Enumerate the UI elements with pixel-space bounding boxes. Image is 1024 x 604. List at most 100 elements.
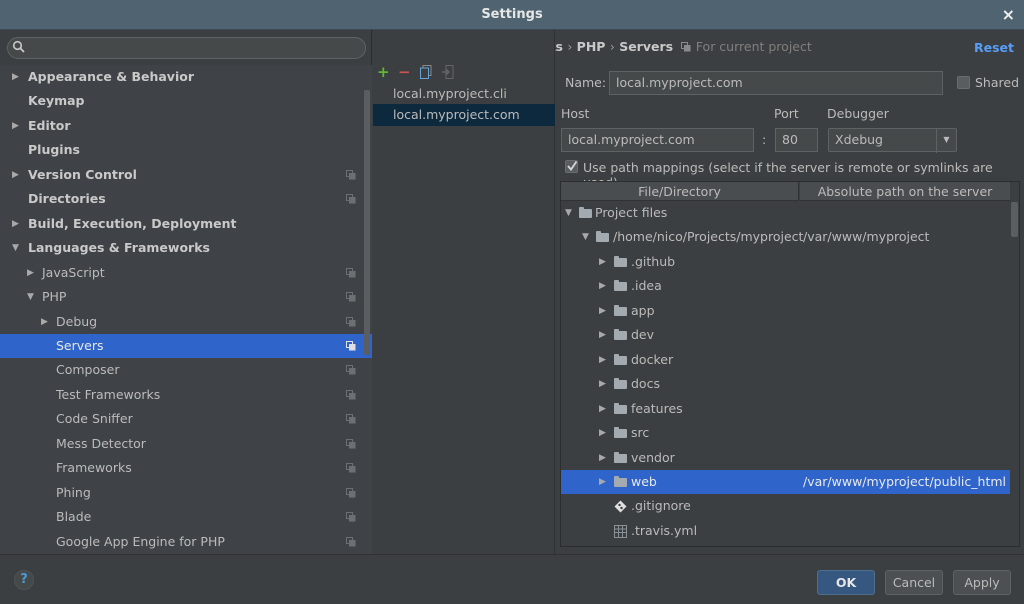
mapping-local-path: src	[631, 425, 650, 441]
dialog-footer: ? OK Cancel Apply	[0, 554, 1024, 604]
reset-link[interactable]: Reset	[974, 40, 1014, 55]
close-icon[interactable]: ×	[1002, 5, 1015, 24]
mapping-row[interactable]: ▶ app	[561, 299, 1010, 323]
sidebar-item[interactable]: Google App Engine for PHP	[0, 530, 372, 554]
sidebar-item[interactable]: Frameworks	[0, 456, 372, 480]
apply-button[interactable]: Apply	[953, 570, 1011, 595]
mapping-row[interactable]: ▶ .github	[561, 250, 1010, 274]
chevron-down-icon[interactable]: ▼	[12, 236, 22, 260]
chevron-down-icon[interactable]: ▼	[582, 225, 589, 249]
chevron-right-icon[interactable]: ▶	[12, 114, 22, 138]
column-header-file-directory[interactable]: File/Directory	[561, 182, 799, 201]
chevron-right-icon[interactable]: ▶	[599, 421, 606, 445]
host-port-separator: :	[762, 132, 767, 147]
ok-button[interactable]: OK	[817, 570, 875, 595]
sidebar-item[interactable]: Keymap	[0, 89, 372, 113]
chevron-right-icon[interactable]: ▶	[12, 212, 22, 236]
port-input[interactable]: 80	[775, 128, 818, 152]
sidebar-item[interactable]: Servers	[0, 333, 372, 358]
sidebar-item[interactable]: ▶ Appearance & Behavior	[0, 65, 372, 89]
mapping-row[interactable]: ▶ docker	[561, 348, 1010, 372]
copy-server-button[interactable]	[420, 65, 432, 79]
chevron-right-icon[interactable]: ▶	[599, 446, 606, 470]
mapping-row[interactable]: ▶ features	[561, 397, 1010, 421]
mapping-row[interactable]: ▶ vendor	[561, 446, 1010, 470]
chevron-right-icon[interactable]: ▶	[599, 299, 606, 323]
mapping-row[interactable]: .travis.yml	[561, 519, 1010, 543]
sidebar-item-label: Servers	[56, 337, 104, 353]
sidebar-item[interactable]: ▶ Editor	[0, 114, 372, 138]
chevron-right-icon[interactable]: ▶	[599, 250, 606, 274]
mapping-server-path[interactable]: /var/www/myproject/public_html	[803, 470, 1006, 494]
chevron-right-icon[interactable]: ▶	[27, 261, 37, 285]
chevron-right-icon[interactable]: ▶	[599, 323, 606, 347]
chevron-right-icon[interactable]: ▶	[12, 163, 22, 187]
sidebar-item[interactable]: ▼ Languages & Frameworks	[0, 236, 372, 260]
mapping-row[interactable]: ▶ docs	[561, 372, 1010, 396]
sidebar-item[interactable]: ▶ JavaScript	[0, 261, 372, 285]
cancel-button[interactable]: Cancel	[885, 570, 943, 595]
sidebar-item-label: Plugins	[28, 142, 80, 158]
chevron-right-icon[interactable]: ▶	[599, 470, 606, 494]
sidebar-item-label: Debug	[56, 313, 98, 329]
project-scope-icon	[346, 414, 356, 424]
sidebar-item[interactable]: Blade	[0, 505, 372, 529]
sidebar-scrollbar[interactable]	[364, 90, 370, 355]
sidebar-item[interactable]: Code Sniffer	[0, 407, 372, 431]
mapping-row[interactable]: .gitignore	[561, 494, 1010, 518]
shared-checkbox[interactable]	[957, 76, 970, 89]
chevron-down-icon[interactable]: ▼	[936, 129, 956, 153]
mapping-row[interactable]: ▶ .idea	[561, 274, 1010, 298]
scope-label: For current project	[695, 39, 812, 54]
chevron-right-icon[interactable]: ▶	[599, 397, 606, 421]
sidebar-item-label: Appearance & Behavior	[28, 69, 194, 84]
chevron-right-icon[interactable]: ▶	[41, 310, 51, 334]
path-mappings-checkbox[interactable]	[565, 160, 578, 173]
name-input[interactable]: local.myproject.com	[609, 71, 943, 95]
chevron-right-icon[interactable]: ▶	[599, 348, 606, 372]
host-input[interactable]: local.myproject.com	[561, 128, 754, 152]
chevron-down-icon[interactable]: ▼	[565, 201, 572, 225]
project-scope-icon	[681, 42, 691, 52]
chevron-right-icon[interactable]: ▶	[12, 65, 22, 89]
chevron-right-icon[interactable]: ▶	[599, 274, 606, 298]
sidebar-item[interactable]: ▼ PHP	[0, 285, 372, 309]
sidebar-item[interactable]: Mess Detector	[0, 432, 372, 456]
folder-icon	[614, 451, 627, 463]
sidebar-item[interactable]: ▶ Debug	[0, 310, 372, 334]
add-server-button[interactable]: +	[377, 64, 390, 80]
mapping-row[interactable]: ▶ src	[561, 421, 1010, 445]
sidebar-item[interactable]: ▶ Build, Execution, Deployment	[0, 212, 372, 236]
mapping-row[interactable]: ▼ Project files	[561, 201, 1010, 225]
mapping-row[interactable]: ▶ web/var/www/myproject/public_html	[561, 469, 1010, 494]
debugger-select[interactable]: Xdebug ▼	[828, 128, 957, 153]
sidebar-item[interactable]: Directories	[0, 187, 372, 211]
sidebar-item[interactable]: ▶ Version Control	[0, 163, 372, 187]
project-scope-icon	[346, 316, 356, 326]
column-header-server-path[interactable]: Absolute path on the server	[800, 182, 1010, 201]
search-input[interactable]	[7, 37, 366, 59]
chevron-right-icon[interactable]: ▶	[599, 372, 606, 396]
mappings-scrollbar[interactable]	[1011, 202, 1018, 237]
sidebar-item[interactable]: Plugins	[0, 138, 372, 162]
sidebar-item[interactable]: Composer	[0, 358, 372, 382]
mapping-row[interactable]: ▶ dev	[561, 323, 1010, 347]
project-scope-icon	[346, 169, 356, 180]
sidebar-item[interactable]: Test Frameworks	[0, 383, 372, 407]
mapping-server-path[interactable]: /var/www/myproject	[803, 225, 929, 249]
path-mappings-table: File/Directory Absolute path on the serv…	[560, 181, 1020, 547]
search-icon	[12, 40, 25, 53]
mapping-row[interactable]: ▼ /home/nico/Projects/myproject/var/www/m…	[561, 225, 1010, 249]
import-server-button[interactable]	[442, 65, 454, 79]
remove-server-button[interactable]: −	[398, 64, 411, 80]
mapping-local-path: web	[631, 473, 657, 489]
sidebar-item[interactable]: Phing	[0, 481, 372, 505]
project-scope-icon	[346, 536, 356, 547]
mapping-local-path: docker	[631, 351, 674, 367]
server-list-item[interactable]: local.myproject.com	[373, 104, 555, 126]
chevron-down-icon[interactable]: ▼	[27, 285, 37, 309]
sidebar-item-label: Blade	[56, 509, 92, 525]
server-list-item[interactable]: local.myproject.cli	[373, 83, 555, 105]
help-button[interactable]: ?	[14, 570, 34, 590]
sidebar-item-label: Editor	[28, 117, 71, 133]
